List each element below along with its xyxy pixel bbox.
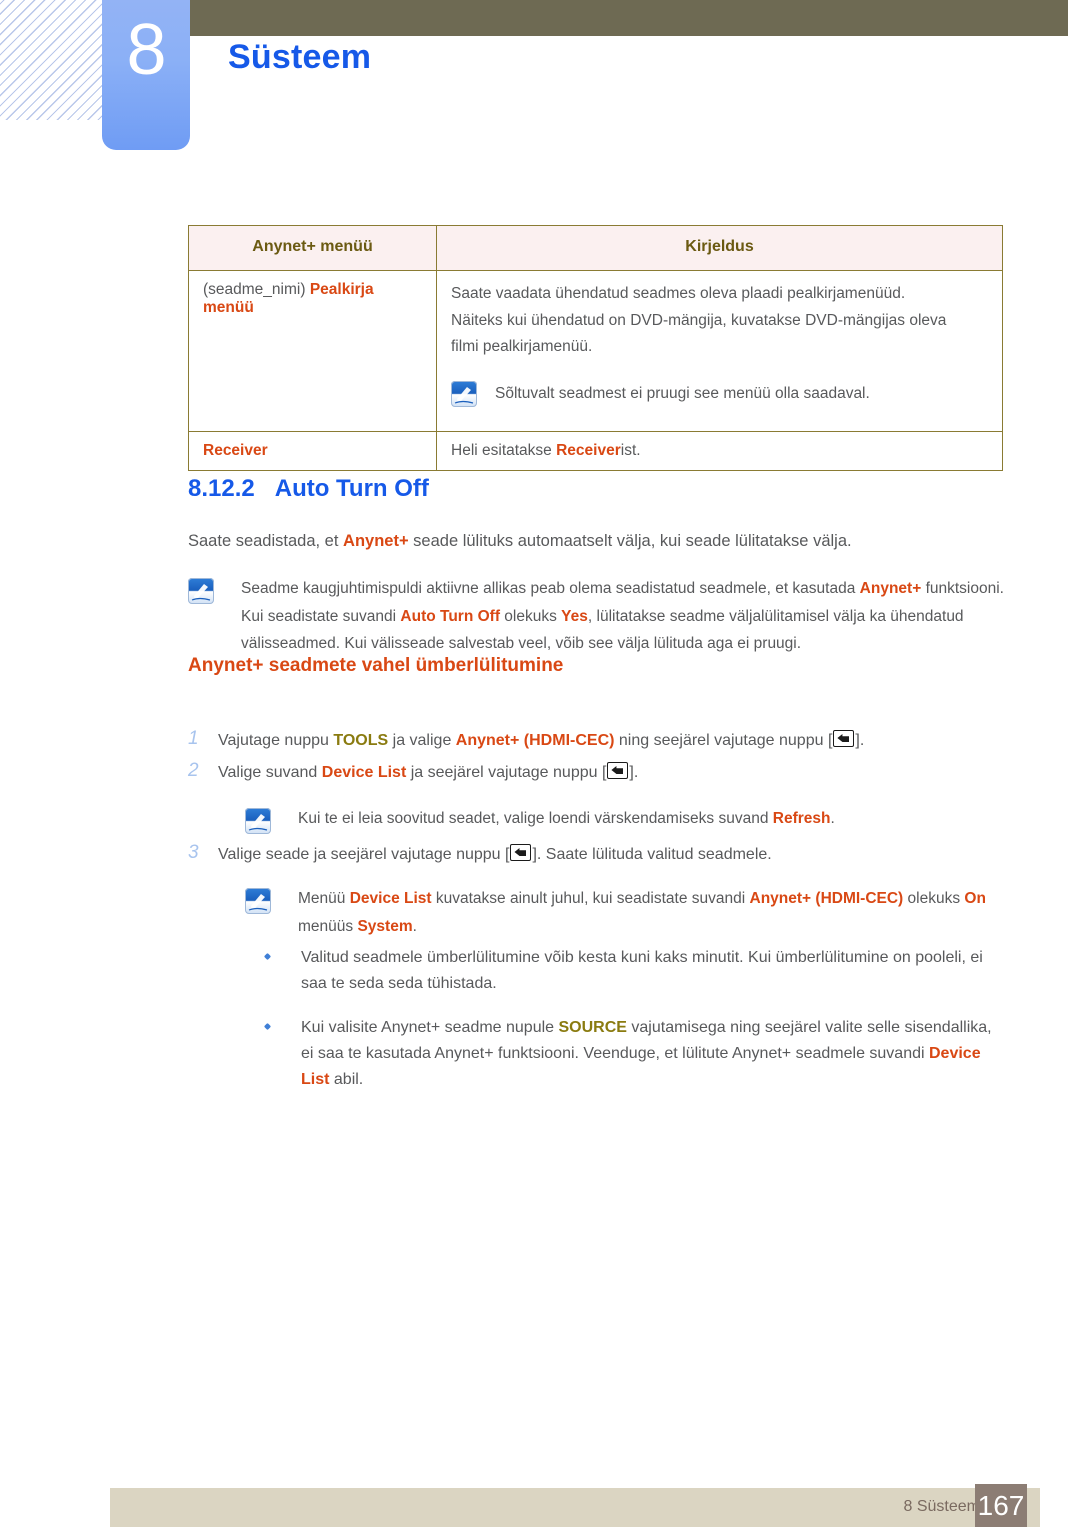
note-l2-highlight-1: Auto Turn Off (400, 607, 500, 625)
anynet-menu-table: Anynet+ menüü Kirjeldus (seadme_nimi) Pe… (188, 225, 1003, 471)
step-post-pre: ja seejärel vajutage nuppu [ (406, 764, 607, 781)
menu-name-highlight: Receiver (203, 442, 268, 459)
section-intro-paragraph: Saate seadistada, et Anynet+ seade lülit… (188, 528, 1008, 555)
chapter-number: 8 (126, 10, 166, 90)
note-l1-pre: Seadme kaugjuhtimispuldi aktiivne allika… (241, 580, 860, 597)
note-main-text: Seadme kaugjuhtimispuldi aktiivne allika… (241, 575, 1006, 658)
step-highlight-orange: Device List (321, 764, 407, 781)
subsection-heading: Anynet+ seadmete vahel ümberlülitumine (188, 655, 564, 676)
table-note: Sõltuvalt seadmest ei pruugi see menüü o… (451, 380, 988, 408)
table-cell-menu-name: (seadme_nimi) Pealkirja menüü (188, 270, 437, 432)
table-col-header-description: Kirjeldus (436, 225, 1003, 271)
step-pre: Vajutage nuppu (218, 732, 334, 749)
dl-l1-post: olekuks (903, 890, 961, 907)
table-cell-description: Saate vaadata ühendatud seadmes oleva pl… (436, 270, 1003, 432)
bullet-diamond-icon (263, 1015, 301, 1030)
note-devicelist: Menüü Device List kuvatakse ainult juhul… (245, 885, 1005, 940)
dl-l1-pre: Menüü (298, 890, 350, 907)
refresh-highlight: Refresh (772, 810, 831, 827)
table-cell-menu-name: Receiver (188, 431, 437, 471)
step-post-suffix: ]. (855, 732, 865, 749)
note-devicelist-text: Menüü Device List kuvatakse ainult juhul… (298, 885, 1005, 940)
note-l2-highlight-2: Yes (561, 607, 588, 625)
note-icon (451, 380, 477, 407)
bullet-highlight-olive: SOURCE (558, 1018, 627, 1036)
step-item: 3 Valige seade ja seejärel vajutage nupp… (188, 842, 1008, 868)
note-main: Seadme kaugjuhtimispuldi aktiivne allika… (188, 575, 1006, 658)
chapter-header-bar (142, 0, 1068, 36)
table-row: (seadme_nimi) Pealkirja menüü Saate vaad… (188, 270, 1003, 432)
note-icon (245, 888, 271, 914)
chapter-number-tab: 8 (102, 0, 190, 150)
list-item: Kui valisite Anynet+ seadme nupule SOURC… (263, 1015, 1003, 1093)
step-highlight-olive: TOOLS (333, 732, 389, 749)
table-cell-description: Heli esitatakse Receiverist. (436, 431, 1003, 471)
enter-key-icon (833, 730, 855, 747)
bullet-post: abil. (329, 1070, 364, 1088)
step-highlight-orange: Anynet+ (HDMI-CEC) (455, 732, 615, 749)
description-highlight: Receiver (556, 442, 621, 459)
refresh-pre: Kui te ei leia soovitud seadet, valige l… (298, 810, 773, 827)
menu-name-prefix: (seadme_nimi) (203, 281, 310, 298)
dl-l2-mid: menüüs (298, 917, 358, 935)
dl-l2-highlight-2: System (357, 917, 413, 935)
step-item: 2 Valige suvand Device List ja seejärel … (188, 760, 1008, 786)
description-line-1: Saate vaadata ühendatud seadmes oleva pl… (451, 285, 906, 302)
intro-highlight: Anynet+ (343, 532, 409, 550)
bullet-pre: Kui valisite Anynet+ seadme nupule (301, 1018, 559, 1036)
step-number: 3 (188, 842, 199, 863)
description-line-3: filmi pealkirjamenüü. (451, 338, 593, 356)
step-post-suffix: ]. (629, 764, 639, 781)
note-icon (188, 578, 214, 604)
section-heading: 8.12.2 Auto Turn Off (188, 475, 429, 503)
note-l2-post: , lülitatakse seadme väljalülitamisel vä… (587, 607, 866, 625)
intro-post: seade lülituks automaatselt välja, kui s… (408, 532, 852, 550)
dl-l2-highlight-1: On (964, 890, 986, 907)
step-text: Vajutage nuppu TOOLS ja valige Anynet+ (… (218, 728, 864, 754)
description-pre: Heli esitatakse (451, 442, 557, 459)
footer-bar (110, 1488, 1040, 1527)
table-col-header-menu: Anynet+ menüü (188, 225, 437, 271)
bullet-list: Valitud seadmele ümberlülitumine võib ke… (263, 945, 1003, 1111)
note-refresh-text: Kui te ei leia soovitud seadet, valige l… (298, 805, 835, 833)
section-title: Auto Turn Off (274, 475, 429, 502)
dl-l1-mid: kuvatakse ainult juhul, kui seadistate s… (431, 890, 750, 907)
dl-l1-highlight-1: Device List (349, 890, 432, 907)
step-number: 1 (188, 728, 199, 749)
refresh-post: . (830, 810, 835, 827)
description-post: ist. (620, 442, 641, 459)
list-item: Valitud seadmele ümberlülitumine võib ke… (263, 945, 1003, 997)
enter-key-icon (510, 844, 532, 861)
note-l1-highlight: Anynet+ (859, 580, 922, 597)
step-pre: Valige suvand (218, 764, 322, 781)
step-post-suffix: ]. Saate lülituda valitud seadmele. (532, 846, 772, 863)
step-text: Valige seade ja seejärel vajutage nuppu … (218, 842, 772, 868)
note-icon (245, 808, 271, 834)
table-header-row: Anynet+ menüü Kirjeldus (188, 225, 1003, 271)
note-l2-mid: olekuks (499, 607, 562, 625)
intro-pre: Saate seadistada, et (188, 532, 344, 550)
bullet-diamond-icon (263, 945, 301, 961)
step-number: 2 (188, 760, 199, 781)
dl-l1-highlight-2: Anynet+ (HDMI-CEC) (749, 890, 904, 907)
step-pre: Valige seade ja seejärel vajutage nuppu … (218, 846, 510, 863)
note-refresh: Kui te ei leia soovitud seadet, valige l… (245, 805, 1005, 834)
step-post-pre: ning seejärel vajutage nuppu [ (614, 732, 833, 749)
section-number: 8.12.2 (188, 475, 255, 502)
bullet-text: Kui valisite Anynet+ seadme nupule SOURC… (301, 1015, 1003, 1093)
step-item: 1 Vajutage nuppu TOOLS ja valige Anynet+… (188, 728, 1008, 754)
footer-chapter-label: 8 Süsteem (903, 1498, 980, 1515)
description-line-2: Näiteks kui ühendatud on DVD-mängija, ku… (451, 311, 947, 329)
page-number: 167 (975, 1484, 1027, 1527)
enter-key-icon (607, 762, 629, 779)
table-note-text: Sõltuvalt seadmest ei pruugi see menüü o… (495, 384, 870, 402)
chapter-title: Süsteem (228, 38, 372, 76)
step-mid: ja valige (388, 732, 456, 749)
table-row: Receiver Heli esitatakse Receiverist. (188, 431, 1003, 471)
dl-l2-post: . (412, 917, 417, 935)
bullet-text: Valitud seadmele ümberlülitumine võib ke… (301, 949, 983, 992)
step-text: Valige suvand Device List ja seejärel va… (218, 760, 638, 786)
